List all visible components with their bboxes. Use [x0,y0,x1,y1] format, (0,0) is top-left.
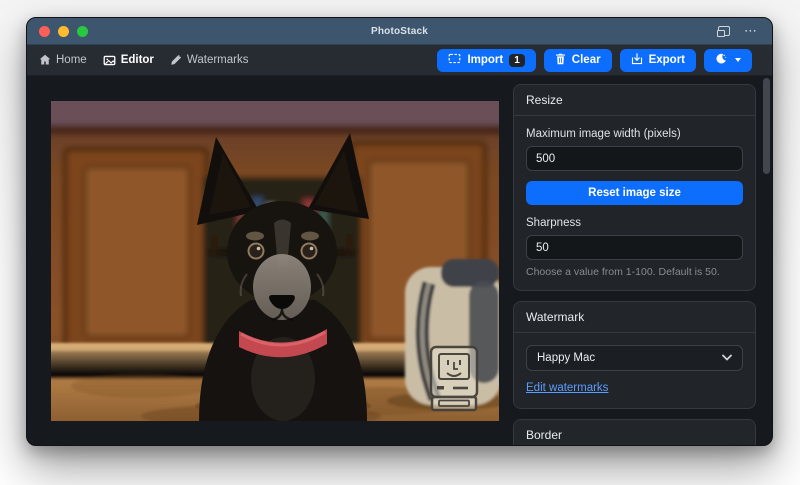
picture-in-picture-icon[interactable] [718,26,730,36]
nav-item-label: Watermarks [187,54,249,66]
clear-button[interactable]: Clear [544,49,612,72]
zoom-window-button[interactable] [77,26,88,37]
main-content: Resize Maximum image width (pixels) Rese… [27,76,772,446]
resize-card: Resize Maximum image width (pixels) Rese… [513,84,756,291]
sharpness-input[interactable] [526,235,743,260]
nav-item-watermarks[interactable]: Watermarks [170,54,249,66]
resize-card-title: Resize [514,85,755,116]
border-card-title: Border [514,420,755,446]
watermark-card-title: Watermark [514,302,755,333]
dog-photo [51,101,499,421]
titlebar: PhotoStack ⋯ [27,18,772,45]
house-icon [39,54,51,66]
nav-item-editor[interactable]: Editor [103,54,154,67]
toolbar: Home Editor Watermarks Import [27,45,772,76]
nav-item-label: Home [56,54,87,66]
sidebar-scrollbar[interactable] [763,78,770,174]
edit-watermarks-link[interactable]: Edit watermarks [526,382,608,394]
trash-icon [555,53,566,68]
max-width-label: Maximum image width (pixels) [526,128,743,140]
watermark-overlay [431,347,477,410]
clear-label: Clear [572,54,601,66]
watermark-select[interactable]: Happy Mac [526,345,743,371]
app-window: PhotoStack ⋯ Home Editor [26,17,773,446]
minimize-window-button[interactable] [58,26,69,37]
pencil-icon [170,54,182,66]
sharpness-help-text: Choose a value from 1-100. Default is 50… [526,266,743,278]
sharpness-label: Sharpness [526,217,743,229]
import-button[interactable]: Import 1 [437,49,535,72]
nav-item-label: Editor [121,54,154,66]
import-label: Import [467,54,503,66]
import-icon [448,53,461,67]
box-arrow-down-icon [631,53,643,68]
border-card: Border [513,419,756,446]
watermark-card: Watermark Happy Mac Edit watermarks [513,301,756,409]
theme-toggle-button[interactable] [704,49,752,72]
moon-stars-icon [715,53,727,68]
photo-preview [51,101,499,421]
chevron-down-icon [722,352,732,364]
close-window-button[interactable] [39,26,50,37]
image-icon [103,54,116,67]
max-width-input[interactable] [526,146,743,171]
reset-image-size-button[interactable]: Reset image size [526,181,743,205]
chevron-down-icon [735,58,741,62]
window-menu-button[interactable]: ⋯ [744,26,758,36]
import-count-badge: 1 [509,54,525,67]
watermark-selected-option: Happy Mac [537,352,595,364]
settings-sidebar: Resize Maximum image width (pixels) Rese… [513,84,756,446]
export-label: Export [649,54,685,66]
nav-item-home[interactable]: Home [39,54,87,66]
export-button[interactable]: Export [620,49,696,72]
window-title: PhotoStack [27,26,772,37]
traffic-lights [39,26,88,37]
